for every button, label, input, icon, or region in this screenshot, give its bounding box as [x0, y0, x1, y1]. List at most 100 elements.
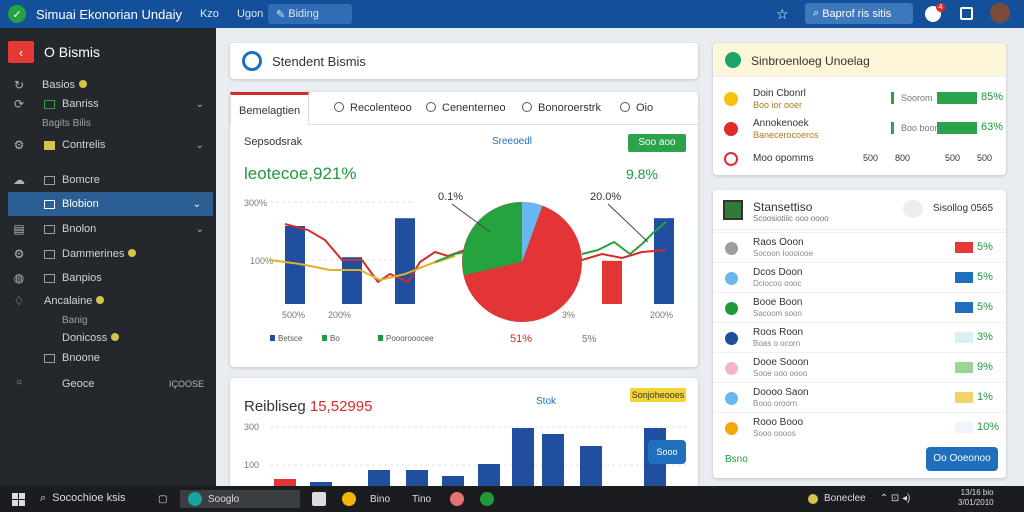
- list-item[interactable]: Doin Cbonrl Boo ior ooer Soorom 85%: [713, 87, 1006, 111]
- row-value: 3%: [977, 331, 993, 343]
- taskbar-app-chrome[interactable]: [342, 490, 362, 508]
- sidebar-item-label: Basios: [42, 79, 88, 91]
- row-title: Dooe Sooon: [753, 357, 809, 368]
- system-tray[interactable]: Boneclee ⌃ ⊡ ◂): [808, 493, 910, 504]
- row-title: Dcos Doon: [753, 267, 803, 278]
- taskbar-app-sooglo[interactable]: Sooglo: [180, 490, 300, 508]
- chart-action-button[interactable]: Soo aoo: [628, 134, 686, 152]
- y-tick-label: 300: [244, 422, 259, 432]
- avatar[interactable]: [990, 3, 1010, 23]
- sidebar-item-geoce[interactable]: ○ Geoce IÇOOSE: [0, 372, 216, 396]
- sidebar-item-label: Blobion: [62, 198, 99, 210]
- sidebar-item-label: Bnolon: [62, 223, 97, 235]
- list-item[interactable]: Roos Roon Boas o ocorn 3%: [713, 322, 1006, 352]
- tab-bemelagtien[interactable]: Bemelagtien: [230, 92, 310, 125]
- taskbar-app-mail[interactable]: [312, 490, 332, 508]
- menu-item-2[interactable]: Ugon: [237, 8, 263, 20]
- list-item[interactable]: Rooo Booo Sooo oooos 10%: [713, 412, 1006, 442]
- pie-label: 20.0%: [590, 191, 621, 203]
- taskbar-app-store[interactable]: [480, 490, 500, 508]
- bottom-right-header: Stansettiso Scoosiotiiic ooo oooo Sisoll…: [713, 190, 1006, 230]
- row-title: Roos Roon: [753, 327, 804, 338]
- sidebar-item-bnoone[interactable]: Bnoone: [0, 346, 216, 370]
- taskbar-app-photos[interactable]: [450, 490, 470, 508]
- chevron-down-icon: ⌄: [192, 198, 201, 210]
- row-bar: [955, 272, 973, 283]
- chart-card: Bemelagtien Recolenteoo Cenenterneo Bono…: [230, 92, 698, 367]
- top-search-input[interactable]: ✎ Biding: [268, 4, 352, 24]
- top-bar: ✓ Simuai Ekonorian Undaiy Kzo Ugon ✎ Bid…: [0, 0, 1024, 28]
- windows-start-icon[interactable]: [12, 493, 25, 506]
- cloud-icon: ☁: [13, 173, 25, 187]
- sidebar-item-bnolon[interactable]: ▤ Bnolon ⌄: [0, 217, 216, 241]
- sidebar-item-dammerines[interactable]: ⚙ Dammerines: [0, 242, 216, 266]
- row-value: 9%: [977, 361, 993, 373]
- circle-icon: ○: [15, 377, 23, 388]
- list-item[interactable]: Booe Boon Sacoom soon 5%: [713, 292, 1006, 322]
- refresh-icon: ↻: [13, 78, 25, 92]
- x-tick-label: 500%: [282, 310, 305, 320]
- row-subtitle: Booo oroorn: [753, 399, 798, 408]
- sidebar-item-label: Geoce: [62, 378, 95, 390]
- list-item[interactable]: Doooo Saon Booo oroorn 1%: [713, 382, 1006, 412]
- sidebar-item-banriss[interactable]: ⟳ Banriss ⌄: [0, 92, 216, 116]
- chart-bar: [602, 260, 622, 304]
- row-value: 1%: [977, 391, 993, 403]
- row-subtitle: Socoon Ioooiooe: [753, 249, 814, 258]
- top-right-header: Sinbroenloeg Unoelag: [713, 43, 1006, 77]
- taskbar-search[interactable]: ⌕ Socochioe ksis: [40, 492, 126, 505]
- y-tick-label: 100%: [250, 256, 273, 266]
- footer-button[interactable]: Oo Ooeonoo: [926, 447, 998, 471]
- star-icon[interactable]: ☆: [776, 6, 789, 23]
- list-item[interactable]: Moo opomms 500 800 500 500: [713, 147, 1006, 171]
- network-icon: ⚙: [13, 138, 25, 152]
- calendar-icon[interactable]: [960, 7, 973, 20]
- bottom-right-footer: Bsno Oo Ooeonoo: [713, 440, 1006, 478]
- chart-bar: [342, 257, 362, 304]
- row-bar: [955, 302, 973, 313]
- row-subtitle: Sooe ooo oooo: [753, 369, 808, 378]
- sidebar-item-bomcre[interactable]: ☁ Bomcre: [0, 168, 216, 192]
- row-value: 5%: [977, 241, 993, 253]
- sidebar-item-label: Banriss: [62, 98, 99, 110]
- sidebar-sub-label: Bagits Bilis: [42, 118, 91, 129]
- list-item[interactable]: Dooe Sooon Sooe ooo oooo 9%: [713, 352, 1006, 382]
- chevron-down-icon: ⌄: [195, 223, 204, 235]
- list-item[interactable]: Raos Ooon Socoon Ioooiooe 5%: [713, 232, 1006, 262]
- sidebar-item-blobion[interactable]: Blobion ⌄: [8, 192, 213, 216]
- bottom-right-card: Stansettiso Scoosiotiiic ooo oooo Sisoll…: [713, 190, 1006, 478]
- legend-label: Betsce: [278, 334, 303, 343]
- sidebar-item-contrelis[interactable]: ⚙ Contrelis ⌄: [0, 133, 216, 157]
- list-item[interactable]: Annokenoek Banecerocoeros Boo boom 63%: [713, 117, 1006, 141]
- tab-oio[interactable]: Oio: [620, 102, 653, 114]
- footer-link[interactable]: Bsno: [725, 454, 748, 465]
- x-tick-label: 3%: [562, 310, 575, 320]
- sidebar-extra-label: IÇOOSE: [168, 379, 204, 389]
- sidebar-item-banpios[interactable]: ◍ Banpios: [0, 266, 216, 290]
- clock-icon: [334, 102, 344, 112]
- bottom-right-subtitle: Scoosiotiiic ooo oooo: [753, 214, 829, 223]
- bottom-card-link[interactable]: Stok: [536, 396, 556, 407]
- toggle-icon[interactable]: [903, 200, 923, 218]
- chart-link[interactable]: Sreeoedl: [492, 136, 532, 147]
- pie-label: 0.1%: [438, 191, 463, 203]
- chart-right-value: 9.8%: [626, 166, 658, 182]
- tab-recolenteoo[interactable]: Recolenteoo: [334, 102, 412, 114]
- taskbar-app-tino[interactable]: Tino: [412, 490, 431, 508]
- list-item[interactable]: Dcos Doon Dciocoo oooc 5%: [713, 262, 1006, 292]
- notification-icon[interactable]: 4: [925, 3, 945, 22]
- tab-bonoroerstrk[interactable]: Bonoroerstrk: [522, 102, 601, 114]
- sidebar-item-label: Donicoss: [62, 332, 120, 344]
- bottom-card-fab[interactable]: Sooo: [648, 440, 686, 464]
- menu-item-1[interactable]: Kzo: [200, 8, 219, 20]
- info-icon: [620, 102, 630, 112]
- globe-icon: ◍: [13, 271, 25, 285]
- sidebar-item-ancalaine[interactable]: ♢ Ancalaine: [0, 289, 216, 313]
- task-view-icon[interactable]: ▢: [158, 490, 167, 508]
- chevron-down-icon: ⌄: [195, 98, 204, 110]
- back-button[interactable]: ‹: [8, 41, 34, 63]
- tab-cenenterneo[interactable]: Cenenterneo: [426, 102, 506, 114]
- user-search-box[interactable]: ⌕ Baprof ris sitis: [805, 3, 913, 24]
- taskbar-app-bino[interactable]: Bino: [370, 490, 390, 508]
- app-icon: [188, 492, 202, 506]
